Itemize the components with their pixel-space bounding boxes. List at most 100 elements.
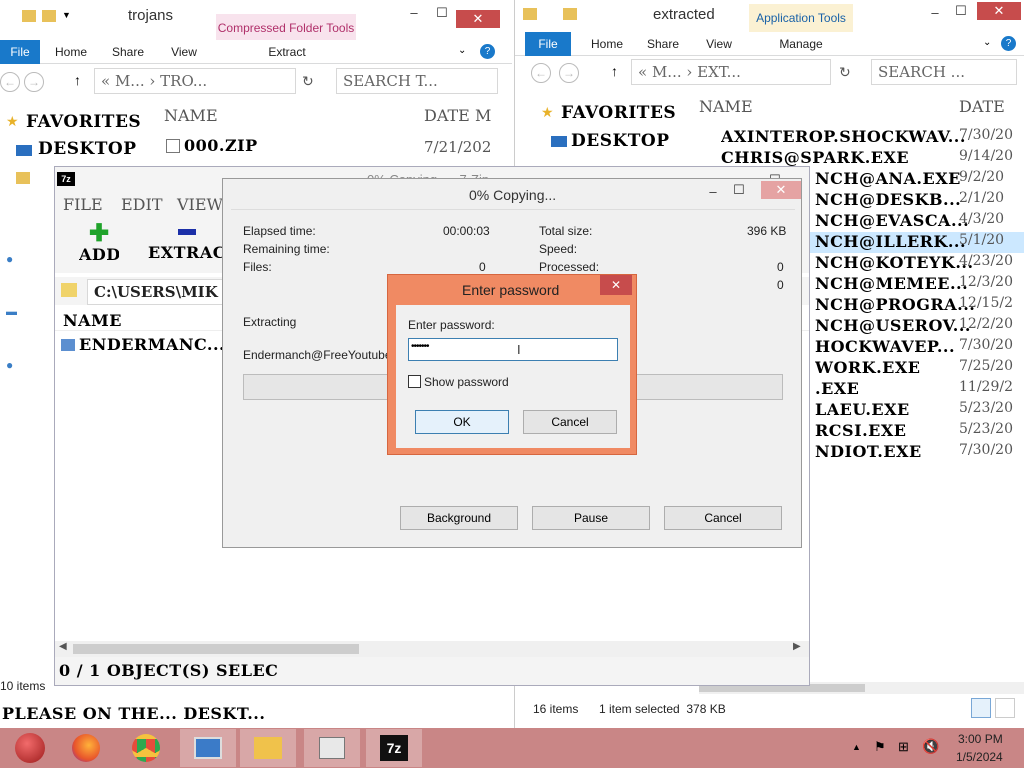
refresh-icon[interactable]: ↻ <box>302 73 314 90</box>
favorites-label[interactable]: FAVORITES <box>561 103 676 123</box>
add-button[interactable]: ✚ ADD <box>79 222 119 271</box>
refresh-icon[interactable]: ↻ <box>839 64 851 81</box>
cancel-button[interactable]: Cancel <box>664 506 782 530</box>
favorites-label[interactable]: FAVORITES <box>26 112 141 132</box>
file-date: 12/2/20 <box>959 316 1013 332</box>
start-orb-button[interactable] <box>2 729 58 767</box>
column-header-date[interactable]: DATE M <box>424 106 491 125</box>
close-button[interactable]: ✕ <box>600 275 632 295</box>
file-name[interactable]: 000.ZIP <box>184 136 258 155</box>
scroll-right-icon[interactable]: ▶ <box>793 641 801 652</box>
dialog-title: 0% Copying... <box>469 187 557 203</box>
file-explorer-button[interactable] <box>240 729 296 767</box>
dialog-titlebar: 0% Copying... – ☐ ✕ <box>223 179 801 209</box>
tab-home[interactable]: Home <box>48 40 94 64</box>
forward-icon[interactable]: → <box>559 63 579 83</box>
clock-date[interactable]: 1/5/2024 <box>956 750 1003 764</box>
speed-label: Speed: <box>539 242 578 256</box>
minimize-button[interactable]: – <box>921 4 949 22</box>
back-icon[interactable]: ← <box>531 63 551 83</box>
task-manager-button[interactable] <box>304 729 360 767</box>
desktop-label[interactable]: DESKTOP <box>571 131 670 151</box>
background-button[interactable]: Background <box>400 506 518 530</box>
tab-file[interactable]: File <box>525 32 571 56</box>
ribbon-expand-icon[interactable]: ⌄ <box>458 45 466 56</box>
column-header-name[interactable]: NAME <box>63 311 122 330</box>
help-icon[interactable]: ? <box>1001 36 1016 51</box>
status-selection: 1 item selected 378 KB <box>599 702 726 716</box>
sevenzip-taskbar-button[interactable]: 7z <box>366 729 422 767</box>
show-hidden-icons-icon[interactable]: ▲ <box>852 742 861 752</box>
tab-share[interactable]: Share <box>106 40 150 64</box>
volume-icon[interactable]: 🔇 <box>922 738 939 755</box>
show-password-label[interactable]: Show password <box>424 375 509 389</box>
file-date: 9/14/20 <box>959 148 1013 164</box>
file-name: NCH@ANA.EXE <box>815 169 961 188</box>
tab-view[interactable]: View <box>164 40 204 64</box>
folder-icon <box>61 339 75 351</box>
clock-time[interactable]: 3:00 PM <box>958 732 1003 746</box>
ribbon-expand-icon[interactable]: ⌄ <box>983 37 991 48</box>
cancel-button[interactable]: Cancel <box>523 410 617 434</box>
maximize-button[interactable]: ☐ <box>947 2 975 20</box>
pause-button[interactable]: Pause <box>532 506 650 530</box>
minimize-button[interactable]: – <box>400 4 428 22</box>
search-input[interactable]: SEARCH ... <box>871 59 1017 85</box>
context-tab-label[interactable]: Compressed Folder Tools <box>216 14 356 40</box>
start-orb-icon <box>15 733 45 763</box>
tab-home[interactable]: Home <box>585 32 629 56</box>
close-button[interactable]: ✕ <box>977 2 1021 20</box>
column-header-name[interactable]: NAME <box>699 97 753 116</box>
search-input[interactable]: SEARCH T... <box>336 68 498 94</box>
desktop-label[interactable]: DESKTOP <box>38 139 137 159</box>
remote-desktop-button[interactable] <box>180 729 236 767</box>
extract-button[interactable]: EXTRAC <box>147 223 227 271</box>
network-icon[interactable]: ⊞ <box>898 739 909 755</box>
file-date: 5/23/20 <box>959 400 1013 416</box>
scroll-left-icon[interactable]: ◀ <box>59 641 67 652</box>
ok-button[interactable]: OK <box>415 410 509 434</box>
tab-share[interactable]: Share <box>641 32 685 56</box>
taskbar: 7z ▲ ⚑ ⊞ 🔇 3:00 PM 1/5/2024 <box>0 728 1024 768</box>
maximize-button[interactable]: ☐ <box>725 181 753 199</box>
large-icons-view-icon[interactable] <box>995 698 1015 718</box>
tab-view[interactable]: View <box>699 32 739 56</box>
help-icon[interactable]: ? <box>480 44 495 59</box>
folder-up-icon[interactable] <box>61 283 77 297</box>
file-date: 2/1/20 <box>959 190 1005 206</box>
details-view-icon[interactable] <box>971 698 991 718</box>
column-header-date[interactable]: DATE <box>959 97 1005 116</box>
up-arrow-icon[interactable]: ↑ <box>74 72 81 88</box>
address-bar[interactable]: « M... › TRO... <box>94 68 296 94</box>
remote-desktop-icon <box>194 737 222 759</box>
qat-dropdown-icon[interactable]: ▼ <box>62 10 71 20</box>
address-bar[interactable]: « M... › EXT... <box>631 59 831 85</box>
menu-view[interactable]: VIEW <box>177 195 223 214</box>
back-icon[interactable]: ← <box>0 72 20 92</box>
horizontal-scrollbar[interactable]: ◀ ▶ <box>55 641 809 657</box>
show-password-checkbox[interactable] <box>408 375 421 388</box>
minimize-button[interactable]: – <box>699 183 727 201</box>
file-name: NCH@MEMEE... <box>815 274 969 293</box>
tab-manage[interactable]: Manage <box>771 32 831 56</box>
maximize-button[interactable]: ☐ <box>428 4 456 22</box>
close-button[interactable]: ✕ <box>761 181 801 199</box>
close-button[interactable]: ✕ <box>456 10 500 28</box>
tab-extract[interactable]: Extract <box>262 40 312 64</box>
menu-file[interactable]: FILE <box>63 195 103 214</box>
column-header-name[interactable]: NAME <box>164 106 218 125</box>
file-date: 7/21/202 <box>424 138 492 156</box>
chrome-button[interactable] <box>118 729 174 767</box>
scrollbar-thumb[interactable] <box>73 644 359 654</box>
firefox-button[interactable] <box>58 729 114 767</box>
flag-icon[interactable]: ⚑ <box>874 739 886 755</box>
tab-file[interactable]: File <box>0 40 40 64</box>
up-arrow-icon[interactable]: ↑ <box>611 63 618 79</box>
menu-edit[interactable]: EDIT <box>121 195 163 214</box>
forward-icon[interactable]: → <box>24 72 44 92</box>
desktop-overlay-text: PLEASE ON THE... DESKT... <box>2 704 266 723</box>
context-tab-label[interactable]: Application Tools <box>749 4 853 32</box>
list-item[interactable]: ENDERMANC... <box>59 335 225 357</box>
list-item[interactable]: AXINTEROP.SHOCKWAV... 7/30/20 <box>699 127 1024 148</box>
password-input[interactable]: ••••••• I <box>408 338 618 361</box>
